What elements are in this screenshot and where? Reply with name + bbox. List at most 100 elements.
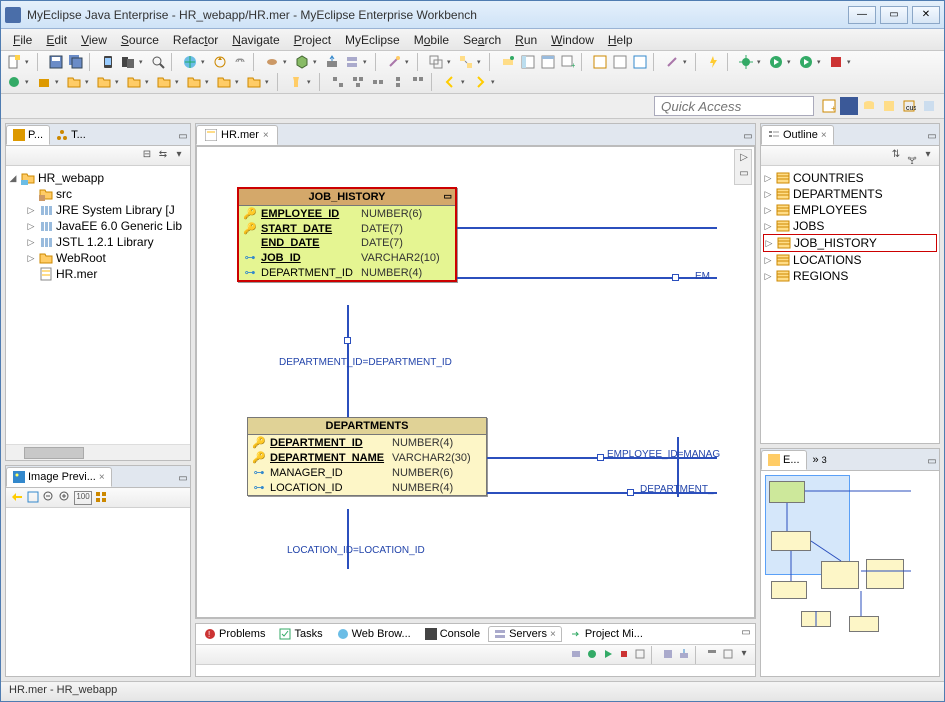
window-plus-icon[interactable]: + [559, 53, 577, 71]
quick-access-input[interactable] [654, 96, 814, 116]
tree-root[interactable]: ◢ HR_webapp [8, 170, 188, 186]
h-scrollbar[interactable] [6, 444, 190, 460]
new-icon[interactable] [5, 53, 23, 71]
minimize-view-icon[interactable]: ▭ [176, 473, 190, 487]
column-row[interactable]: ⊶JOB_IDVARCHAR2(10) [239, 250, 455, 265]
dropdown-icon[interactable]: ▾ [175, 78, 183, 86]
filter-icon[interactable] [705, 648, 719, 662]
filter-icon[interactable]: 🝖 [905, 149, 919, 163]
menu-window[interactable]: Window [545, 31, 600, 49]
new-class-icon[interactable] [5, 73, 23, 91]
window-a-icon[interactable] [591, 53, 609, 71]
folder3-icon[interactable] [125, 73, 143, 91]
expand-icon[interactable]: ▷ [26, 237, 36, 248]
save-all-icon[interactable] [67, 53, 85, 71]
scroll-thumb[interactable] [24, 447, 84, 459]
add-server-icon[interactable] [569, 648, 583, 662]
menu-run[interactable]: Run [509, 31, 543, 49]
persp6-icon[interactable] [920, 97, 938, 115]
dropdown-icon[interactable]: ▾ [265, 78, 273, 86]
dropdown-icon[interactable]: ▾ [683, 58, 691, 66]
dropdown-icon[interactable]: ▾ [307, 78, 315, 86]
dropdown-icon[interactable]: ▾ [145, 78, 153, 86]
devices-icon[interactable] [119, 53, 137, 71]
outline-item-jobs[interactable]: ▷JOBS [763, 218, 937, 234]
tree-item-webroot[interactable]: ▷WebRoot [26, 250, 188, 266]
zoom-out-icon[interactable] [42, 491, 56, 505]
expand-icon[interactable]: ▷ [763, 221, 773, 232]
dropdown-icon[interactable]: ▾ [787, 58, 795, 66]
maximize-editor-icon[interactable]: ▭ [741, 131, 755, 145]
tab-type-hierarchy[interactable]: T... [50, 125, 92, 145]
globe-icon[interactable] [181, 53, 199, 71]
expand-icon[interactable]: ▷ [763, 189, 773, 200]
sort-icon[interactable]: ⇅ [889, 149, 903, 163]
tab-servers[interactable]: Servers× [488, 626, 562, 642]
group5-icon[interactable] [409, 73, 427, 91]
dropdown-icon[interactable]: ▾ [283, 58, 291, 66]
relation-line[interactable] [457, 227, 717, 229]
tree-item-src[interactable]: src [26, 186, 188, 202]
outline-item-departments[interactable]: ▷DEPARTMENTS [763, 186, 937, 202]
tab-problems[interactable]: !Problems [198, 626, 271, 642]
column-row[interactable]: ⊶LOCATION_IDNUMBER(4) [248, 480, 486, 495]
dropdown-icon[interactable]: ▾ [447, 58, 455, 66]
relation-endpoint[interactable] [597, 454, 604, 461]
minimize-view-icon[interactable]: ▭ [176, 131, 190, 145]
cascade-icon[interactable] [427, 53, 445, 71]
menu-project[interactable]: Project [288, 31, 337, 49]
dropdown-icon[interactable]: ▾ [847, 58, 855, 66]
phone-icon[interactable] [99, 53, 117, 71]
outline-item-job_history[interactable]: ▷JOB_HISTORY [763, 234, 937, 252]
minimize-view-icon[interactable]: ▭ [925, 131, 939, 145]
tab-web-browser[interactable]: Web Brow... [331, 626, 417, 642]
group3-icon[interactable] [369, 73, 387, 91]
dropdown-icon[interactable]: ▾ [757, 58, 765, 66]
menu-source[interactable]: Source [115, 31, 165, 49]
window-b-icon[interactable] [611, 53, 629, 71]
column-row[interactable]: 🔑START_DATEDATE(7) [239, 221, 455, 236]
table-departments[interactable]: DEPARTMENTS 🔑DEPARTMENT_IDNUMBER(4) 🔑DEP… [247, 417, 487, 496]
dropdown-icon[interactable]: ▾ [817, 58, 825, 66]
editor-tab-hrmer[interactable]: HR.mer × [196, 125, 278, 145]
tab-outline[interactable]: Outline × [761, 125, 834, 145]
dropdown-icon[interactable]: ▾ [477, 58, 485, 66]
dropdown-icon[interactable]: ▾ [363, 58, 371, 66]
wand-icon[interactable] [385, 53, 403, 71]
menu-search[interactable]: Search [457, 31, 507, 49]
link-editor-icon[interactable]: ⇆ [156, 149, 170, 163]
flashlight-icon[interactable] [287, 73, 305, 91]
dropdown-icon[interactable]: ▾ [235, 78, 243, 86]
outline-item-locations[interactable]: ▷LOCATIONS [763, 252, 937, 268]
minimize-view-icon[interactable]: ▭ [925, 456, 939, 470]
new-connection-icon[interactable] [499, 53, 517, 71]
close-tab-icon[interactable]: × [263, 130, 269, 141]
run-server-icon[interactable] [601, 648, 615, 662]
expand-icon[interactable]: ▷ [763, 173, 773, 184]
lightning-icon[interactable] [705, 53, 723, 71]
table-job-history[interactable]: JOB_HISTORY▭ 🔑EMPLOYEE_IDNUMBER(6) 🔑STAR… [237, 187, 457, 282]
dropdown-icon[interactable]: ▾ [85, 78, 93, 86]
tree-item-javaee[interactable]: ▷JavaEE 6.0 Generic Lib [26, 218, 188, 234]
collapse-icon[interactable]: ◢ [8, 173, 18, 184]
dropdown-icon[interactable]: ▾ [25, 58, 33, 66]
close-tab-icon[interactable]: × [99, 472, 105, 483]
collapse-all-icon[interactable]: ⊟ [140, 149, 154, 163]
pointer-tool-icon[interactable]: ▷ [737, 152, 751, 166]
view-menu-icon[interactable]: ▾ [172, 149, 186, 163]
group4-icon[interactable] [389, 73, 407, 91]
folder6-icon[interactable] [215, 73, 233, 91]
close-tab-icon[interactable]: × [550, 629, 556, 640]
relation-endpoint[interactable] [672, 274, 679, 281]
run-last-icon[interactable] [797, 53, 815, 71]
grid-icon[interactable] [94, 491, 108, 505]
tab-tasks[interactable]: Tasks [273, 626, 328, 642]
external-tools-icon[interactable] [827, 53, 845, 71]
menu-refactor[interactable]: Refactor [167, 31, 224, 49]
folder5-icon[interactable] [185, 73, 203, 91]
tree-item-hrmer[interactable]: HR.mer [26, 266, 188, 282]
table-menu-icon[interactable]: ▭ [443, 191, 452, 202]
dropdown-icon[interactable]: ▾ [139, 58, 147, 66]
close-tab-icon[interactable]: × [821, 130, 827, 141]
tree-item-jre[interactable]: ▷JRE System Library [J [26, 202, 188, 218]
